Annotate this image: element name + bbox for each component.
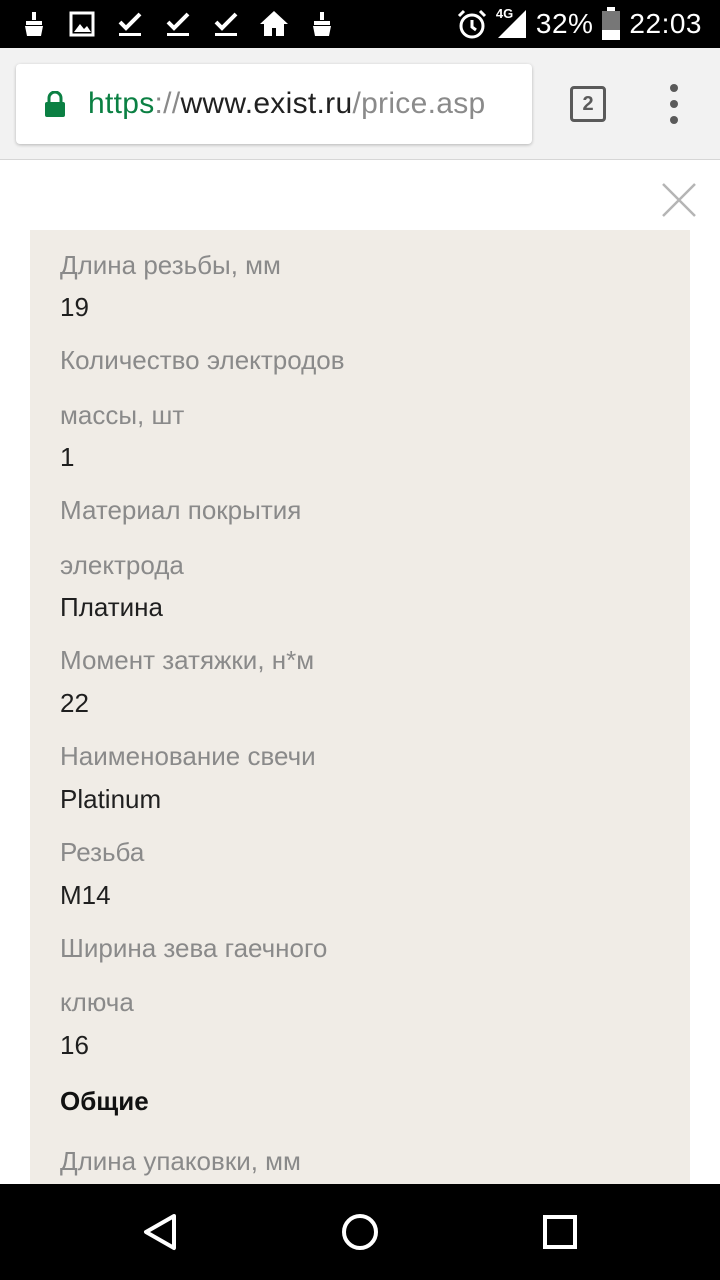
spec-label: Наименование свечи — [60, 741, 316, 771]
spec-label: Количество электродов — [60, 345, 345, 375]
clock: 22:03 — [629, 8, 702, 39]
tab-count: 2 — [582, 92, 594, 115]
back-icon[interactable] — [140, 1212, 180, 1252]
spec-value: Platinum — [60, 784, 162, 814]
spec-label: электрода — [60, 550, 184, 580]
spec-label: Длина упаковки, мм — [60, 1146, 301, 1176]
spec-label: Ширина зева гаечного — [60, 933, 328, 963]
spec-value: 22 — [60, 688, 89, 718]
spec-label: Момент затяжки, н*м — [60, 645, 315, 675]
alarm-icon — [457, 9, 486, 39]
url-separator: :// — [154, 87, 181, 120]
spec-value: M14 — [60, 880, 111, 910]
download-done-icon — [214, 12, 238, 36]
lock-icon — [45, 91, 65, 117]
image-icon — [69, 11, 95, 37]
menu-dot — [670, 100, 678, 108]
battery-percent: 32% — [535, 8, 594, 39]
spec-label: Резьба — [60, 837, 145, 867]
browser-toolbar: https://www.exist.ru/price.asp 2 — [0, 48, 720, 160]
spec-label: Материал покрытия — [60, 495, 302, 525]
url-text: https://www.exist.ru/price.asp — [88, 87, 486, 121]
specs-panel: Длина резьбы, мм 19 Количество электродо… — [30, 230, 690, 1184]
navigation-bar — [0, 1184, 720, 1280]
spec-value: 1 — [60, 442, 75, 472]
url-host: www.exist.ru — [180, 87, 353, 120]
menu-dot — [670, 116, 678, 124]
network-type: 4G — [495, 6, 514, 21]
address-bar[interactable]: https://www.exist.ru/price.asp — [16, 64, 532, 144]
spec-label: массы, шт — [60, 400, 185, 430]
system-status: 4G 32% 22:03 — [456, 0, 702, 48]
spec-value: 16 — [60, 1030, 89, 1060]
section-heading: Общие — [60, 1086, 149, 1116]
recent-apps-icon[interactable] — [542, 1212, 578, 1252]
cleaner-brush-icon — [313, 12, 331, 36]
spec-value: Платина — [60, 592, 163, 622]
status-bar: 4G 32% 22:03 — [0, 0, 720, 48]
close-icon[interactable] — [660, 181, 698, 219]
download-done-icon — [166, 12, 190, 36]
url-scheme: https — [88, 87, 155, 120]
spec-label: Длина резьбы, мм — [60, 250, 281, 280]
page-content: Длина резьбы, мм 19 Количество электродо… — [0, 161, 720, 1184]
menu-dot — [670, 84, 678, 92]
spec-label: ключа — [60, 987, 134, 1017]
home-button-icon[interactable] — [340, 1212, 380, 1252]
cell-signal: 4G — [495, 6, 528, 40]
url-path: /price.asp — [352, 87, 486, 120]
home-icon — [260, 11, 288, 36]
overflow-menu-button[interactable] — [662, 84, 686, 124]
spec-value: 19 — [60, 292, 89, 322]
cleaner-brush-icon — [25, 12, 43, 36]
battery-icon — [602, 7, 621, 40]
notification-icons — [0, 8, 338, 40]
tab-switcher-button[interactable]: 2 — [570, 86, 606, 122]
download-done-icon — [118, 12, 142, 36]
